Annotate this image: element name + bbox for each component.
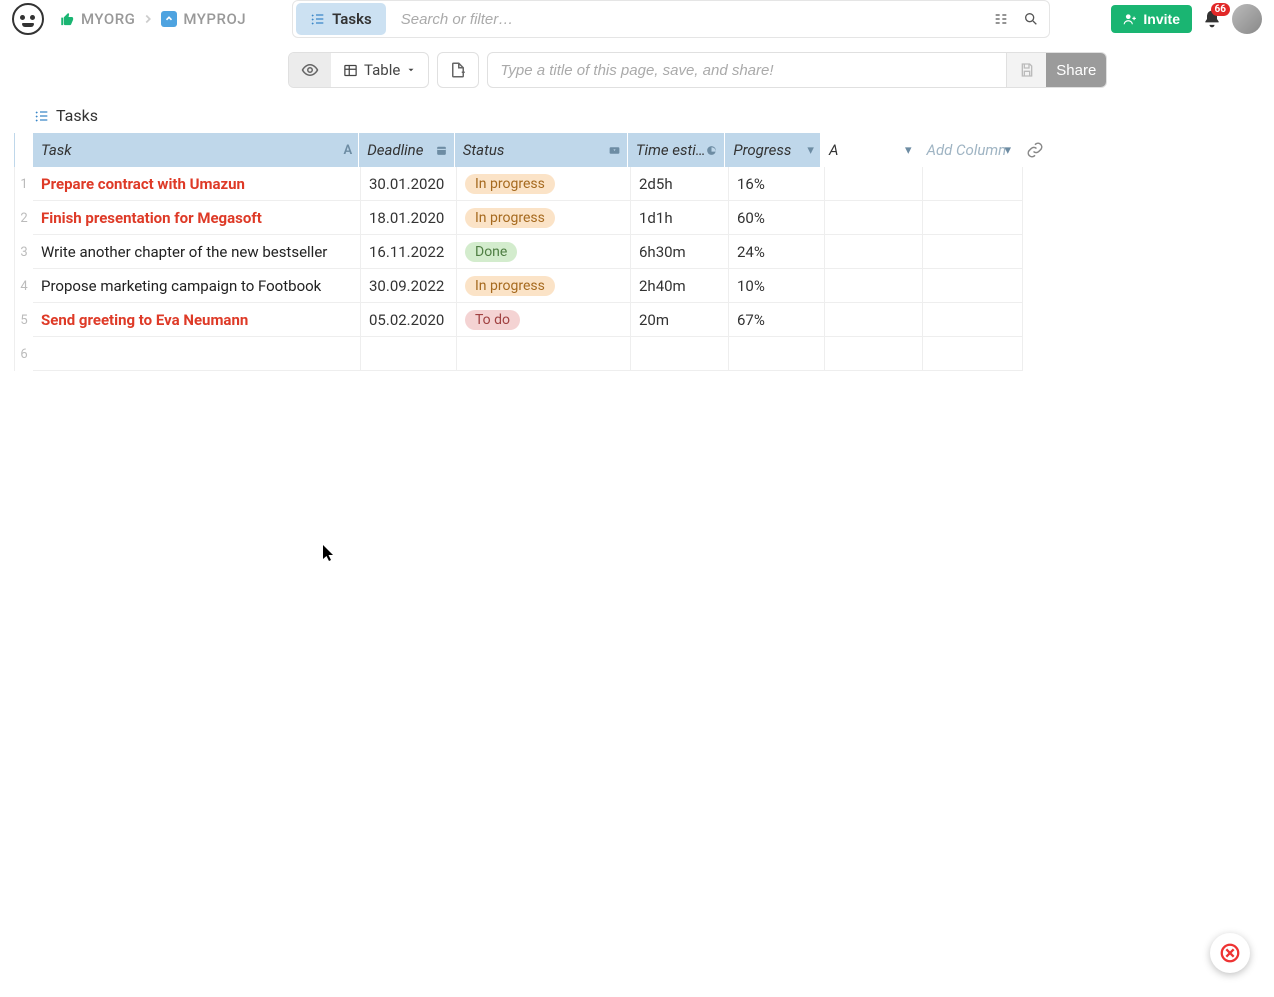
- caret-down-icon: ▾: [905, 143, 912, 158]
- caret-down-icon: ▾: [807, 143, 814, 158]
- cell-progress[interactable]: 10%: [729, 269, 825, 303]
- add-column-button[interactable]: Add Column ▾: [918, 133, 1018, 167]
- row-number: 2: [15, 201, 33, 235]
- cell-a[interactable]: [825, 303, 923, 337]
- search-input[interactable]: [389, 11, 983, 28]
- save-view-button[interactable]: [1006, 53, 1046, 87]
- chevron-right-icon: [141, 12, 155, 26]
- cell-task[interactable]: Send greeting to Eva Neumann: [33, 303, 361, 337]
- list-icon: [34, 108, 50, 124]
- cursor-icon: [323, 545, 335, 563]
- search-icon[interactable]: [1021, 9, 1041, 29]
- cell-add[interactable]: [923, 303, 1023, 337]
- row-number: 1: [15, 167, 33, 201]
- user-plus-icon: [1123, 12, 1137, 26]
- table-row[interactable]: 2Finish presentation for Megasoft18.01.2…: [14, 201, 1048, 235]
- breadcrumb: MYORG MYPROJ: [60, 10, 246, 28]
- invite-label: Invite: [1143, 11, 1180, 27]
- cell-status[interactable]: In progress: [457, 201, 631, 235]
- page-title: Tasks: [56, 106, 98, 125]
- avatar[interactable]: [1232, 4, 1262, 34]
- layout-icon[interactable]: [991, 9, 1011, 29]
- tasks-table: Task A Deadline Status Time esti… Progre…: [14, 133, 1048, 371]
- row-number: 6: [15, 337, 33, 371]
- cell-add[interactable]: [923, 201, 1023, 235]
- cell-status[interactable]: To do: [457, 303, 631, 337]
- cell-task[interactable]: Propose marketing campaign to Footbook: [33, 269, 361, 303]
- cell-time[interactable]: 2d5h: [631, 167, 729, 201]
- cell-task[interactable]: Write another chapter of the new bestsel…: [33, 235, 361, 269]
- caret-down-icon: [406, 65, 416, 75]
- table-row[interactable]: 4Propose marketing campaign to Footbook3…: [14, 269, 1048, 303]
- new-page-button[interactable]: [437, 52, 479, 88]
- link-column-button[interactable]: [1018, 133, 1048, 167]
- column-header-time[interactable]: Time esti…: [628, 133, 726, 167]
- visibility-button[interactable]: [289, 53, 331, 87]
- cell-task[interactable]: Prepare contract with Umazun: [33, 167, 361, 201]
- cell-time[interactable]: 6h30m: [631, 235, 729, 269]
- project-icon: [161, 11, 177, 27]
- cell-a[interactable]: [825, 201, 923, 235]
- column-header-status[interactable]: Status: [455, 133, 628, 167]
- column-header-deadline[interactable]: Deadline: [359, 133, 455, 167]
- link-icon: [1026, 141, 1044, 159]
- cell-deadline[interactable]: 16.11.2022: [361, 235, 457, 269]
- cell-status[interactable]: In progress: [457, 167, 631, 201]
- cell-task[interactable]: Finish presentation for Megasoft: [33, 201, 361, 235]
- caret-down-icon: ▾: [1004, 143, 1011, 158]
- cell-status[interactable]: Done: [457, 235, 631, 269]
- view-selector[interactable]: Table: [331, 61, 428, 79]
- row-number: 4: [15, 269, 33, 303]
- view-label: Table: [364, 61, 400, 79]
- notifications-button[interactable]: 66: [1202, 9, 1222, 29]
- notification-count: 66: [1211, 3, 1230, 16]
- breadcrumb-org[interactable]: MYORG: [81, 10, 135, 28]
- tab-label: Tasks: [332, 10, 372, 28]
- duration-type-icon: [705, 144, 718, 157]
- row-number: 3: [15, 235, 33, 269]
- text-type-icon: A: [344, 143, 353, 158]
- cell-add[interactable]: [923, 167, 1023, 201]
- table-row[interactable]: 5Send greeting to Eva Neumann05.02.2020T…: [14, 303, 1048, 337]
- cell-time[interactable]: 20m: [631, 303, 729, 337]
- column-header-a[interactable]: A ▾: [821, 133, 919, 167]
- cell-a[interactable]: [825, 235, 923, 269]
- thumbs-up-icon: [60, 12, 75, 27]
- table-row[interactable]: 1Prepare contract with Umazun30.01.2020I…: [14, 167, 1048, 201]
- cell-deadline[interactable]: 18.01.2020: [361, 201, 457, 235]
- column-header-progress[interactable]: Progress ▾: [725, 133, 821, 167]
- cell-progress[interactable]: 60%: [729, 201, 825, 235]
- cell-a[interactable]: [825, 269, 923, 303]
- cell-deadline[interactable]: 30.09.2022: [361, 269, 457, 303]
- cell-progress[interactable]: 24%: [729, 235, 825, 269]
- list-icon: [310, 11, 326, 27]
- table-row-empty[interactable]: 6: [14, 337, 1048, 371]
- cell-time[interactable]: 1d1h: [631, 201, 729, 235]
- invite-button[interactable]: Invite: [1111, 5, 1192, 33]
- cell-add[interactable]: [923, 269, 1023, 303]
- help-button[interactable]: [1210, 933, 1250, 973]
- share-button[interactable]: Share: [1046, 53, 1106, 87]
- cell-progress[interactable]: 16%: [729, 167, 825, 201]
- app-logo[interactable]: [12, 3, 44, 35]
- cell-add[interactable]: [923, 235, 1023, 269]
- cell-time[interactable]: 2h40m: [631, 269, 729, 303]
- cell-status[interactable]: In progress: [457, 269, 631, 303]
- cell-a[interactable]: [825, 167, 923, 201]
- table-icon: [343, 63, 358, 78]
- breadcrumb-project[interactable]: MYPROJ: [183, 10, 246, 28]
- row-number: 5: [15, 303, 33, 337]
- tab-tasks[interactable]: Tasks: [296, 3, 386, 35]
- date-type-icon: [435, 144, 448, 157]
- cell-deadline[interactable]: 30.01.2020: [361, 167, 457, 201]
- cell-deadline[interactable]: 05.02.2020: [361, 303, 457, 337]
- page-title-input[interactable]: [488, 62, 1006, 79]
- column-header-task[interactable]: Task A: [33, 133, 359, 167]
- table-row[interactable]: 3Write another chapter of the new bestse…: [14, 235, 1048, 269]
- select-type-icon: [608, 144, 621, 157]
- cell-progress[interactable]: 67%: [729, 303, 825, 337]
